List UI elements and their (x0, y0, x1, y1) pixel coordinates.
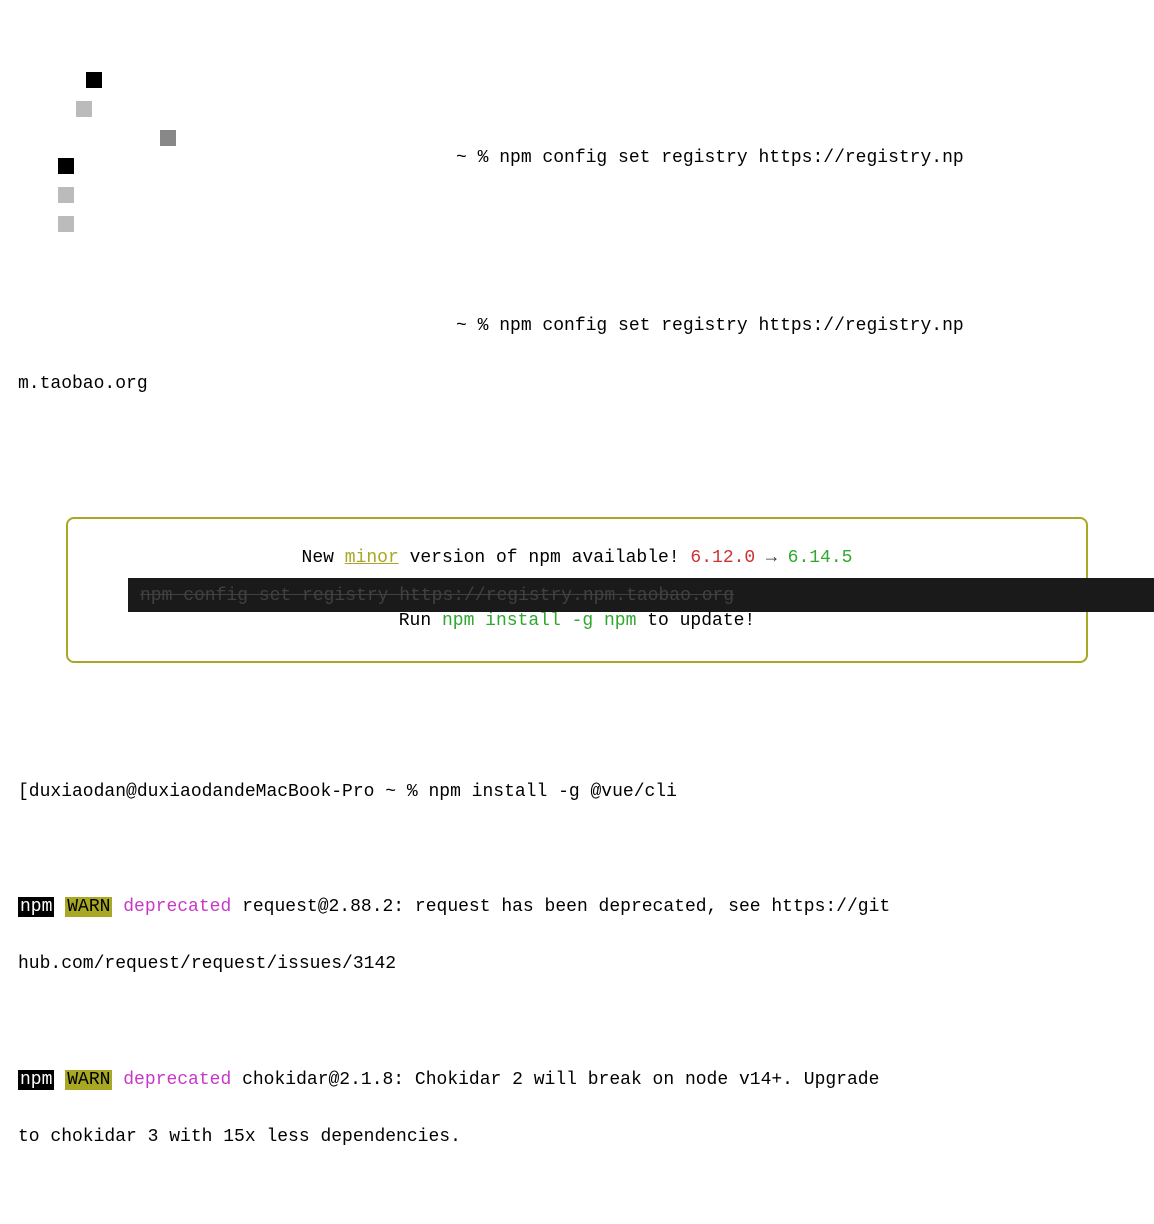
pixel-block-icon (76, 101, 92, 117)
pixel-block-icon (58, 216, 74, 232)
text: Run (399, 611, 442, 631)
update-line-1: New minor version of npm available! 6.12… (88, 543, 1066, 575)
prompt-symbol: ~ % (456, 148, 499, 168)
command-input: npm install -g @vue/cli (428, 782, 676, 802)
warn-message: to chokidar 3 with 15x less dependencies… (18, 1127, 461, 1147)
pixel-block-icon (160, 130, 176, 146)
background-terminal-strip: npm config set registry https://registry… (128, 578, 1154, 612)
npm-warn-line: npm WARN deprecated request@2.88.2: requ… (18, 893, 1136, 922)
warn-badge: WARN (65, 897, 112, 917)
warn-message: hub.com/request/request/issues/3142 (18, 954, 396, 974)
pixel-block-icon (58, 158, 74, 174)
npm-badge: npm (18, 897, 54, 917)
pixel-block-icon (86, 72, 102, 88)
text: New (302, 548, 345, 568)
minor-keyword: minor (345, 548, 399, 568)
terminal-line: ~ % npm config set registry https://regi… (456, 144, 1136, 173)
npm-warn-line: npm WARN deprecated chokidar@2.1.8: Chok… (18, 1066, 1136, 1095)
warn-message: chokidar@2.1.8: Chokidar 2 will break on… (231, 1070, 879, 1090)
update-command: npm install -g npm (442, 611, 636, 631)
old-version: 6.12.0 (690, 548, 755, 568)
warn-message: request@2.88.2: request has been depreca… (231, 897, 890, 917)
terminal-line: m.taobao.org (18, 370, 1136, 399)
npm-badge: npm (18, 1070, 54, 1090)
arrow-icon: → (755, 548, 787, 568)
background-command: npm config set registry https://registry… (140, 586, 734, 606)
text: version of npm available! (399, 548, 691, 568)
warn-category: deprecated (123, 897, 231, 917)
obscured-region (18, 38, 458, 86)
prompt-symbol: ~ % (456, 316, 499, 336)
command-text: npm config set registry https://registry… (499, 148, 963, 168)
new-version: 6.14.5 (788, 548, 853, 568)
warn-category: deprecated (123, 1070, 231, 1090)
pixel-block-icon (58, 187, 74, 203)
terminal-line: ~ % npm config set registry https://regi… (456, 312, 1136, 341)
warn-badge: WARN (65, 1070, 112, 1090)
terminal-prompt-line[interactable]: [duxiaodan@duxiaodandeMacBook-Pro ~ % np… (18, 778, 1136, 807)
command-text: npm config set registry https://registry… (499, 316, 963, 336)
shell-prompt: [duxiaodan@duxiaodandeMacBook-Pro ~ % (18, 782, 428, 802)
command-text-continuation: m.taobao.org (18, 374, 148, 394)
npm-warn-continuation: hub.com/request/request/issues/3142 (18, 950, 1136, 979)
npm-warn-continuation: to chokidar 3 with 15x less dependencies… (18, 1123, 1136, 1152)
text: to update! (636, 611, 755, 631)
